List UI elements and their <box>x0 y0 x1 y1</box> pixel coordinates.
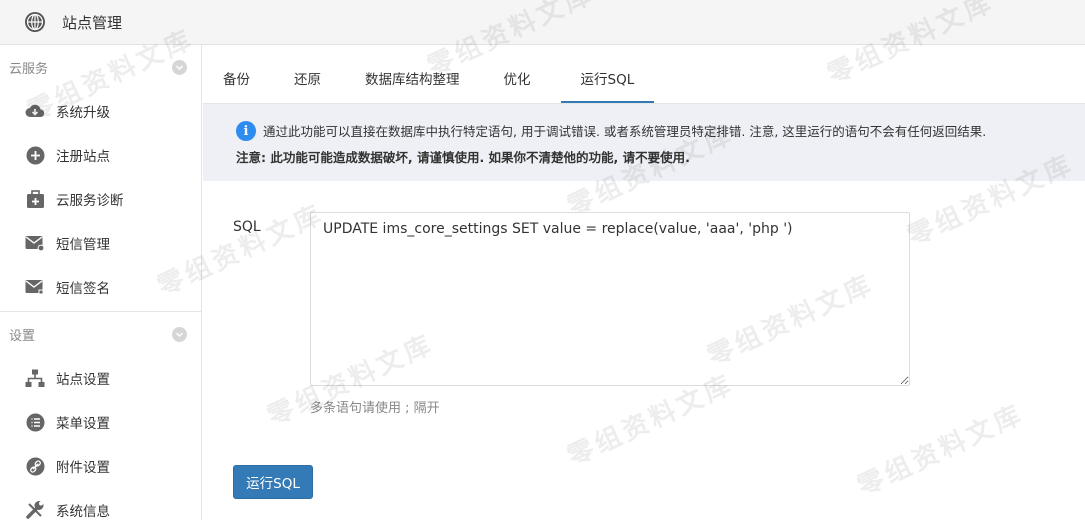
notice-warning: 注意: 此功能可能造成数据破坏, 请谨慎使用. 如果你不清楚他的功能, 请不要使… <box>236 150 690 165</box>
sidebar-item-label: 系统信息 <box>56 504 110 520</box>
notice-panel: i 通过此功能可以直接在数据库中执行特定语句, 用于调试错误. 或者系统管理员特… <box>203 104 1085 181</box>
tab-db-structure[interactable]: 数据库结构整理 <box>351 45 474 103</box>
link-icon <box>24 455 46 477</box>
top-bar: 站点管理 <box>0 0 1085 45</box>
collapse-icon[interactable] <box>172 59 187 75</box>
sidebar-item-register[interactable]: 注册站点 <box>0 133 201 177</box>
cloud-download-icon <box>24 100 46 122</box>
sidebar-item-diagnose[interactable]: 云服务诊断 <box>0 177 201 221</box>
medkit-icon <box>24 188 46 210</box>
sidebar-item-sms[interactable]: 短信管理 <box>0 221 201 265</box>
run-sql-button[interactable]: 运行SQL <box>233 465 313 499</box>
tab-optimize[interactable]: 优化 <box>490 45 545 103</box>
mail-gear-icon <box>24 232 46 254</box>
sidebar-item-system-info[interactable]: 系统信息 <box>0 488 201 520</box>
wrench-icon <box>24 499 46 520</box>
sidebar-item-menu-settings[interactable]: 菜单设置 <box>0 400 201 444</box>
sidebar-item-label: 系统升级 <box>56 105 110 121</box>
tab-bar: 备份 还原 数据库结构整理 优化 运行SQL <box>203 45 1085 104</box>
sidebar-item-label: 菜单设置 <box>56 416 110 432</box>
sql-input[interactable]: UPDATE ims_core_settings SET value = rep… <box>310 212 910 386</box>
main-content: 备份 还原 数据库结构整理 优化 运行SQL i 通过此功能可以直接在数据库中执… <box>203 45 1085 520</box>
sidebar-item-label: 注册站点 <box>56 149 110 165</box>
sidebar-group-label: 设置 <box>9 328 36 344</box>
sitemap-icon <box>24 367 46 389</box>
sidebar-group-cloud[interactable]: 云服务 <box>0 45 201 89</box>
globe-icon <box>25 12 45 32</box>
sidebar-item-label: 短信管理 <box>56 237 110 253</box>
sidebar-item-label: 短信签名 <box>56 281 110 297</box>
sidebar-item-label: 附件设置 <box>56 460 110 476</box>
info-icon: i <box>236 121 256 141</box>
list-icon <box>24 411 46 433</box>
sidebar-item-upgrade[interactable]: 系统升级 <box>0 89 201 133</box>
tab-backup[interactable]: 备份 <box>209 45 264 103</box>
mail-pen-icon <box>24 276 46 298</box>
sidebar-group-label: 云服务 <box>9 61 49 77</box>
sidebar: 云服务 系统升级 注册站点 云服务诊断 短信管理 短信签名 设置 站点设置 菜单… <box>0 45 202 520</box>
sidebar-item-site-settings[interactable]: 站点设置 <box>0 356 201 400</box>
notice-text: 通过此功能可以直接在数据库中执行特定语句, 用于调试错误. 或者系统管理员特定排… <box>263 123 987 139</box>
page-title: 站点管理 <box>62 13 123 32</box>
plus-circle-icon <box>24 144 46 166</box>
sidebar-item-sms-sign[interactable]: 短信签名 <box>0 265 201 309</box>
sidebar-item-label: 云服务诊断 <box>56 193 124 209</box>
sidebar-item-label: 站点设置 <box>56 372 110 388</box>
sql-label: SQL <box>233 219 261 235</box>
collapse-icon[interactable] <box>172 326 187 342</box>
tab-restore[interactable]: 还原 <box>280 45 335 103</box>
sidebar-group-settings[interactable]: 设置 <box>0 312 201 356</box>
sql-help-text: 多条语句请使用 ; 隔开 <box>310 401 440 416</box>
tab-run-sql[interactable]: 运行SQL <box>560 45 655 103</box>
sidebar-item-attachment-settings[interactable]: 附件设置 <box>0 444 201 488</box>
